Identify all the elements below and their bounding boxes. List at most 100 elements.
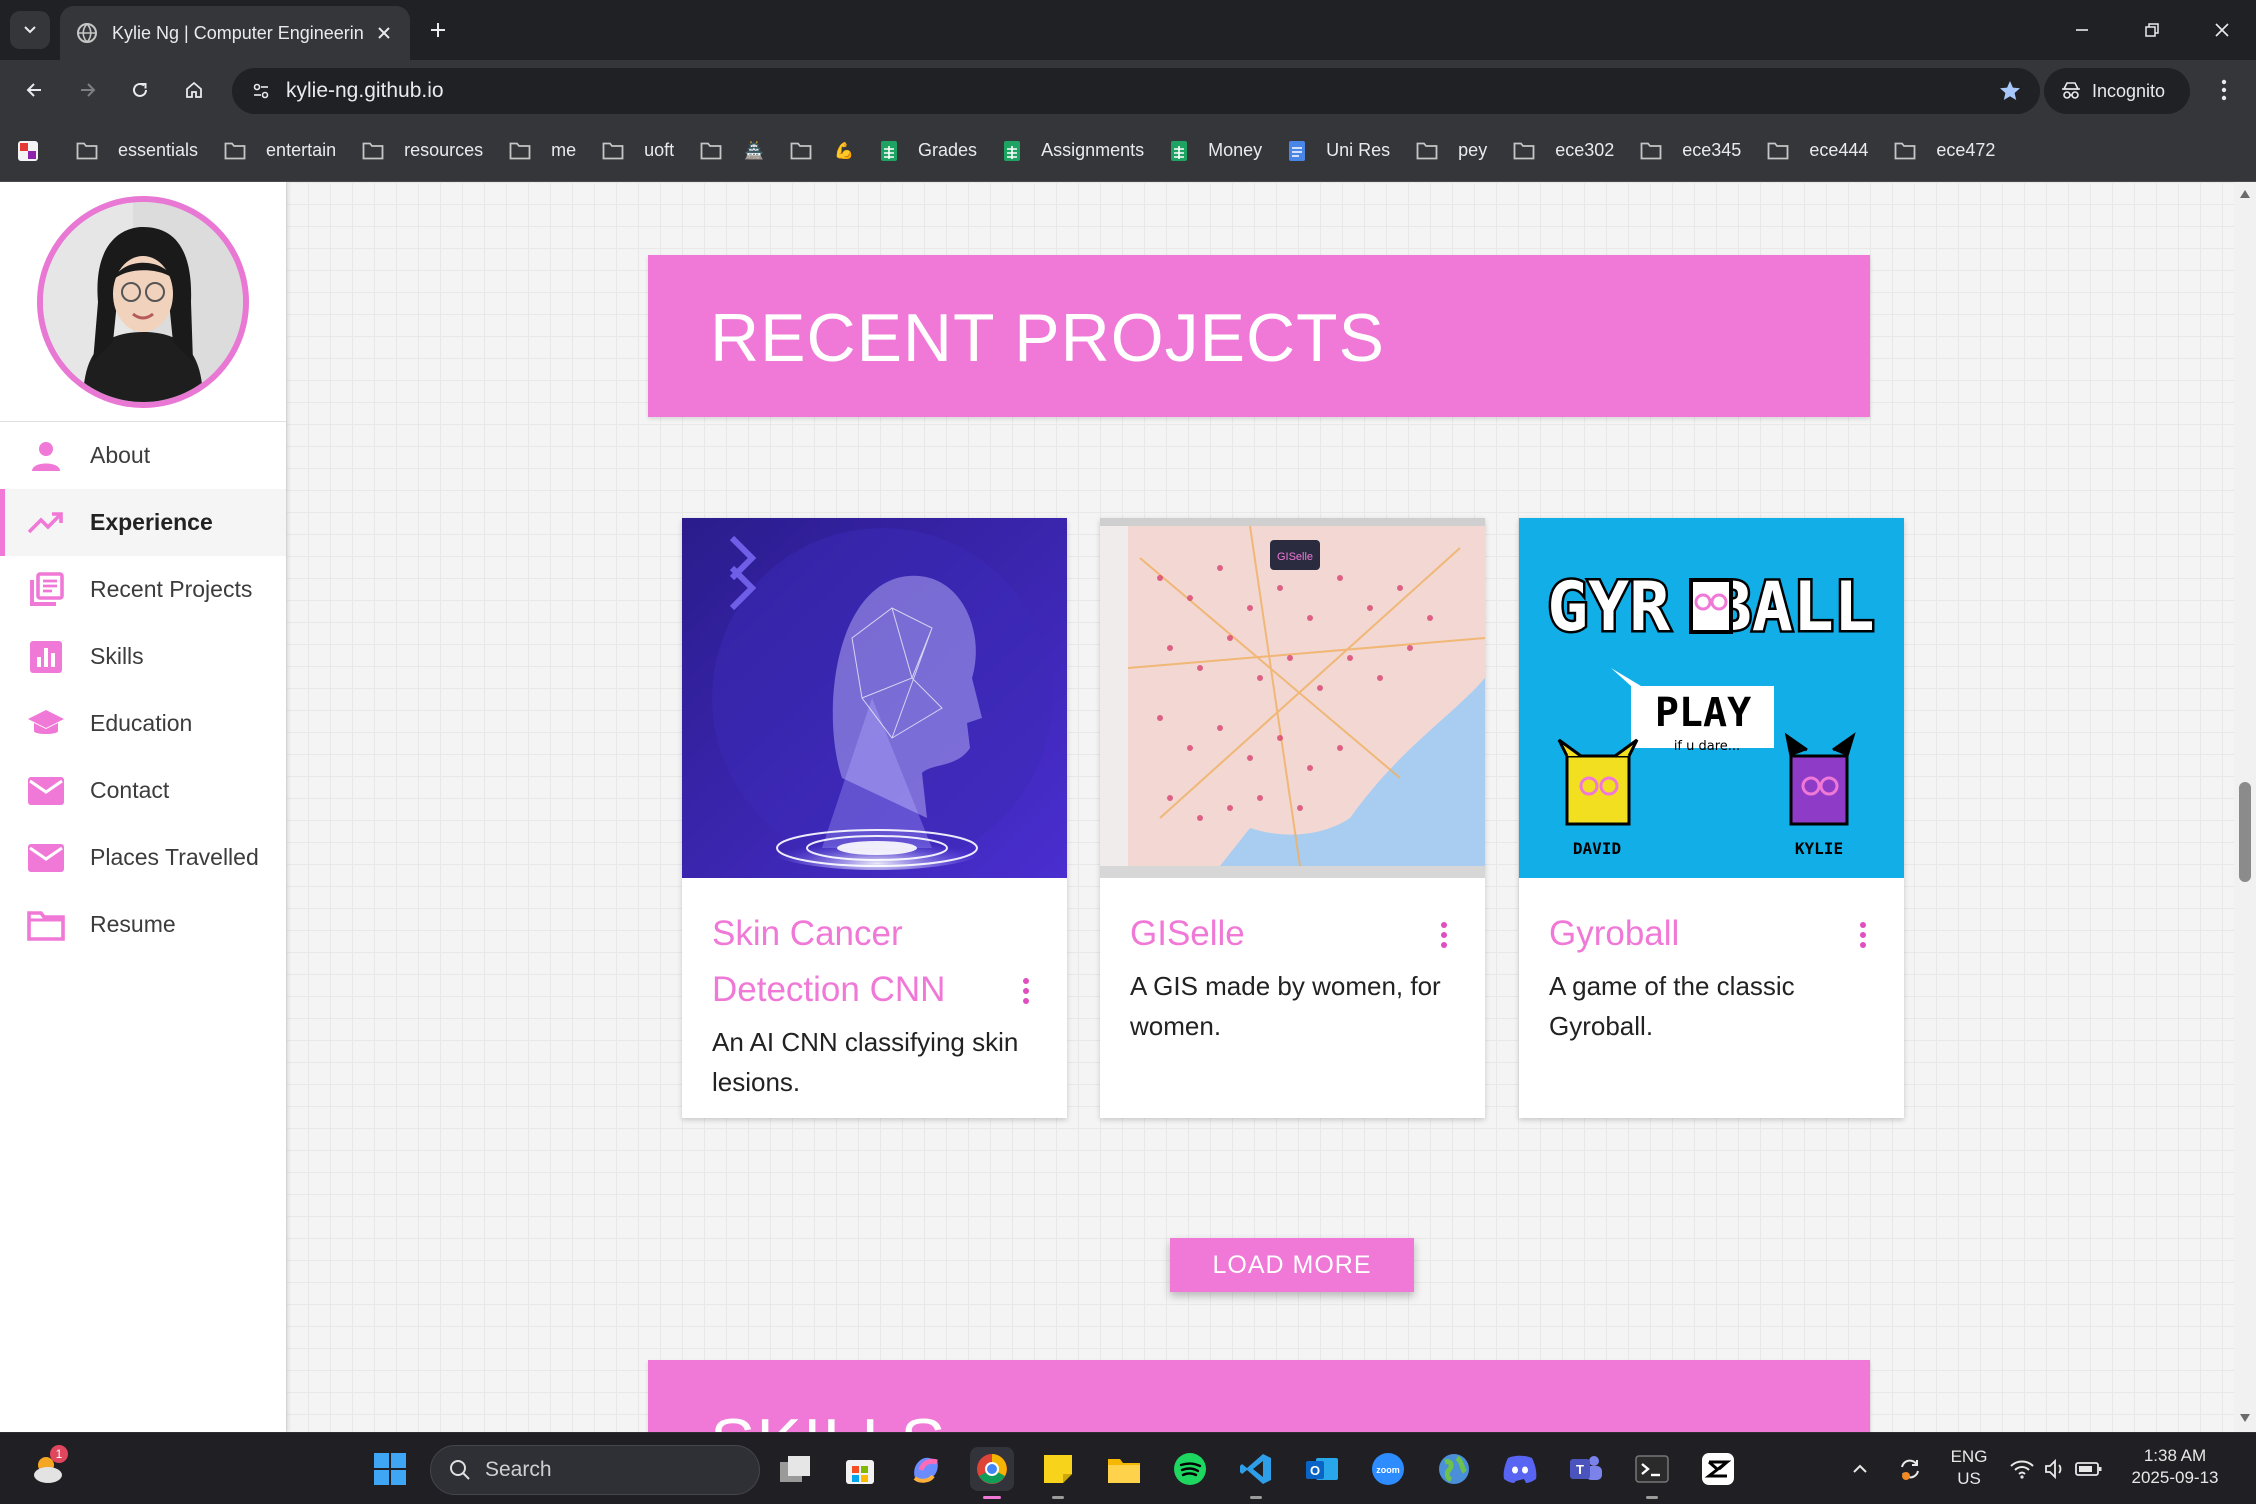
folder-icon <box>1767 142 1799 160</box>
bookmark-money[interactable]: Money <box>1170 140 1262 162</box>
language-code: ENG <box>1950 1447 1988 1466</box>
task-view-button[interactable] <box>773 1447 817 1491</box>
bookmark-uoft[interactable]: uoft <box>602 140 674 161</box>
taskbar-terminal[interactable] <box>1630 1447 1674 1499</box>
language-indicator[interactable]: ENG US <box>1944 1446 1994 1490</box>
project-card[interactable]: Skin Cancer Detection CNN An AI CNN clas… <box>682 518 1067 1118</box>
svg-text:O: O <box>1310 1463 1320 1478</box>
bookmark-ece472[interactable]: ece472 <box>1894 140 1995 161</box>
sidebar-item-education[interactable]: Education <box>0 690 286 757</box>
more-vert-icon[interactable] <box>1858 920 1868 950</box>
bookmark-ece302[interactable]: ece302 <box>1513 140 1614 161</box>
scroll-up-icon[interactable] <box>2240 190 2250 198</box>
taskbar-teams[interactable]: T <box>1564 1447 1608 1491</box>
search-placeholder: Search <box>485 1458 552 1481</box>
bookmark-grades[interactable]: Grades <box>880 140 977 162</box>
project-description: A GIS made by women, for women. <box>1130 971 1441 1041</box>
sheets-icon <box>1003 140 1031 162</box>
bookmark-ece345[interactable]: ece345 <box>1640 140 1741 161</box>
reload-button[interactable] <box>122 72 158 108</box>
sidebar-item-about[interactable]: About <box>0 422 286 489</box>
tab-close-icon[interactable] <box>374 23 394 43</box>
tray-overflow-button[interactable] <box>1842 1447 1878 1491</box>
chrome-menu-button[interactable] <box>2206 72 2242 108</box>
scrollbar-thumb[interactable] <box>2239 782 2251 882</box>
bookmark-star-icon[interactable] <box>1998 79 2022 103</box>
bookmark-assignments[interactable]: Assignments <box>1003 140 1144 162</box>
start-button[interactable] <box>368 1447 412 1491</box>
taskbar-vscode[interactable] <box>1234 1447 1278 1499</box>
project-card[interactable]: GISelle GISelle A GIS made by women, for… <box>1100 518 1485 1118</box>
bookmark-emoji-folder-6[interactable]: 💪 <box>790 141 854 161</box>
project-title[interactable]: Gyroball <box>1549 906 1819 962</box>
bookmark-entertain[interactable]: entertain <box>224 140 336 161</box>
sidebar-item-resume[interactable]: Resume <box>0 891 286 958</box>
forward-button[interactable] <box>70 72 106 108</box>
sidebar-item-experience[interactable]: Experience <box>0 489 286 556</box>
tray-sync-app[interactable] <box>1890 1447 1930 1491</box>
quick-settings[interactable] <box>2004 1447 2108 1491</box>
taskbar-chrome[interactable] <box>970 1447 1014 1499</box>
folder-icon <box>1513 142 1545 160</box>
sidebar-item-recent-projects[interactable]: Recent Projects <box>0 556 286 623</box>
active-tab[interactable]: Kylie Ng | Computer Engineering <box>60 6 410 60</box>
new-tab-button[interactable] <box>422 14 454 46</box>
sidebar-item-contact[interactable]: Contact <box>0 757 286 824</box>
taskbar-discord[interactable] <box>1498 1447 1542 1491</box>
site-info-icon[interactable] <box>246 76 276 106</box>
taskbar-store[interactable] <box>838 1447 882 1491</box>
arrow-left-icon <box>26 83 41 97</box>
gyroball-david-text: DAVID <box>1573 839 1621 858</box>
bookmark-uni-res[interactable]: Uni Res <box>1288 140 1390 162</box>
weather-widget[interactable]: 1 <box>26 1445 70 1491</box>
project-image-gyroball[interactable]: GYR BALL PLAY if u dare... DAVID KYLIE <box>1519 518 1904 878</box>
bookmark-me[interactable]: me <box>509 140 576 161</box>
project-card[interactable]: GYR BALL PLAY if u dare... DAVID KYLIE G… <box>1519 518 1904 1118</box>
page-scrollbar[interactable] <box>2234 182 2256 1432</box>
trending-up-icon <box>26 503 66 543</box>
taskbar-zoom[interactable]: zoom <box>1366 1447 1410 1491</box>
address-bar[interactable]: kylie-ng.github.io <box>232 68 2040 114</box>
taskbar-sticky-notes[interactable] <box>1036 1447 1080 1499</box>
project-description: An AI CNN classifying skin lesions. <box>712 1027 1019 1097</box>
sidebar-item-places-travelled[interactable]: Places Travelled <box>0 824 286 891</box>
incognito-icon <box>2062 82 2080 99</box>
minimize-button[interactable] <box>2062 12 2102 48</box>
taskbar-spotify[interactable] <box>1168 1447 1212 1491</box>
restore-button[interactable] <box>2132 12 2172 48</box>
load-more-button[interactable]: LOAD MORE <box>1170 1238 1414 1292</box>
home-button[interactable] <box>176 72 212 108</box>
sidebar-item-skills[interactable]: Skills <box>0 623 286 690</box>
bookmark-emoji-folder-5[interactable]: 🏯 <box>700 141 764 161</box>
running-app-indicator <box>1052 1496 1064 1499</box>
clock[interactable]: 1:38 AM 2025-09-13 <box>2120 1445 2230 1489</box>
back-button[interactable] <box>16 72 52 108</box>
taskbar-globe-app[interactable] <box>1432 1447 1476 1491</box>
project-image-ai-head[interactable] <box>682 518 1067 878</box>
taskbar-capcut[interactable] <box>1696 1447 1740 1491</box>
sidebar-item-label: Recent Projects <box>90 576 253 602</box>
project-title[interactable]: Skin Cancer Detection CNN <box>712 906 982 1018</box>
bookmark-pey[interactable]: pey <box>1416 140 1487 161</box>
taskbar-outlook[interactable]: O <box>1300 1447 1344 1491</box>
project-title[interactable]: GISelle <box>1130 906 1400 962</box>
bookmark-essentials[interactable]: essentials <box>76 140 198 161</box>
scroll-down-icon[interactable] <box>2240 1414 2250 1422</box>
bookmark-resources[interactable]: resources <box>362 140 483 161</box>
running-app-indicator <box>1250 1496 1262 1499</box>
more-vert-icon[interactable] <box>1439 920 1449 950</box>
gyroball-play-text: PLAY <box>1655 690 1751 736</box>
taskbar-search[interactable]: Search <box>430 1445 760 1495</box>
project-image-gis-map[interactable]: GISelle <box>1100 518 1485 878</box>
more-vert-icon[interactable] <box>1021 976 1031 1006</box>
battery-icon <box>2075 1462 2102 1476</box>
browser-title-bar: Kylie Ng | Computer Engineering <box>0 0 2256 60</box>
incognito-indicator[interactable]: Incognito <box>2044 68 2190 114</box>
close-window-button[interactable] <box>2202 12 2242 48</box>
taskbar-copilot[interactable] <box>904 1447 948 1491</box>
bookmark-ece444[interactable]: ece444 <box>1767 140 1868 161</box>
taskbar-file-explorer[interactable] <box>1102 1447 1146 1491</box>
bookmark-app-shortcut[interactable] <box>16 139 50 163</box>
tab-search-button[interactable] <box>10 11 50 49</box>
sheets-icon <box>880 140 908 162</box>
